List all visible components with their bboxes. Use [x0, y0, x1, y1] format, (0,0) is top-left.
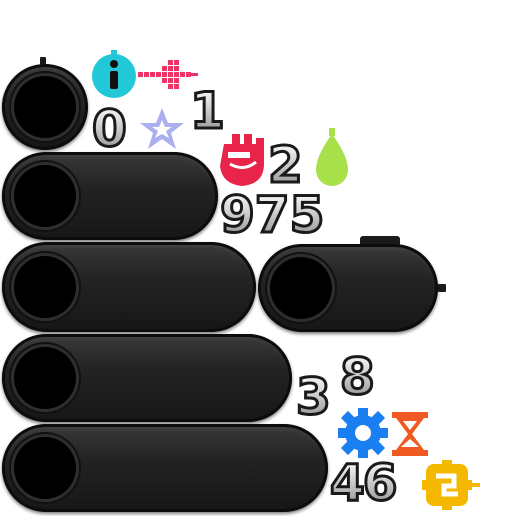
number-46: 46: [329, 454, 400, 512]
fist-icon[interactable]: [218, 130, 266, 188]
number-0: 0: [91, 100, 129, 158]
pixel-arrow-left-icon[interactable]: [138, 60, 198, 90]
star-icon[interactable]: [138, 106, 186, 152]
piece-bar-3[interactable]: [2, 334, 292, 422]
piece-hole: [14, 165, 76, 227]
water-drop-icon[interactable]: [314, 128, 350, 188]
info-icon[interactable]: [90, 50, 138, 98]
piece-bar-right[interactable]: [258, 244, 438, 332]
piece-bar-2[interactable]: [2, 242, 256, 332]
gear-icon[interactable]: [336, 406, 390, 460]
number-8: 8: [339, 348, 377, 406]
piece-bar-1[interactable]: [2, 152, 218, 240]
piece-hole: [14, 437, 76, 499]
number-1: 1: [189, 82, 227, 140]
number-975: 975: [218, 186, 325, 244]
piece-peg: [438, 284, 446, 292]
piece-hole: [270, 257, 332, 319]
piece-round-top[interactable]: [2, 64, 88, 150]
number-2: 2: [267, 136, 305, 194]
piece-hole: [14, 347, 76, 409]
piece-hole: [14, 256, 76, 318]
hourglass-icon[interactable]: [390, 410, 430, 458]
piece-hole: [14, 76, 76, 138]
number-3: 3: [295, 368, 333, 426]
piece-bar-4[interactable]: [2, 424, 328, 512]
badge-gear-icon[interactable]: [420, 458, 480, 512]
